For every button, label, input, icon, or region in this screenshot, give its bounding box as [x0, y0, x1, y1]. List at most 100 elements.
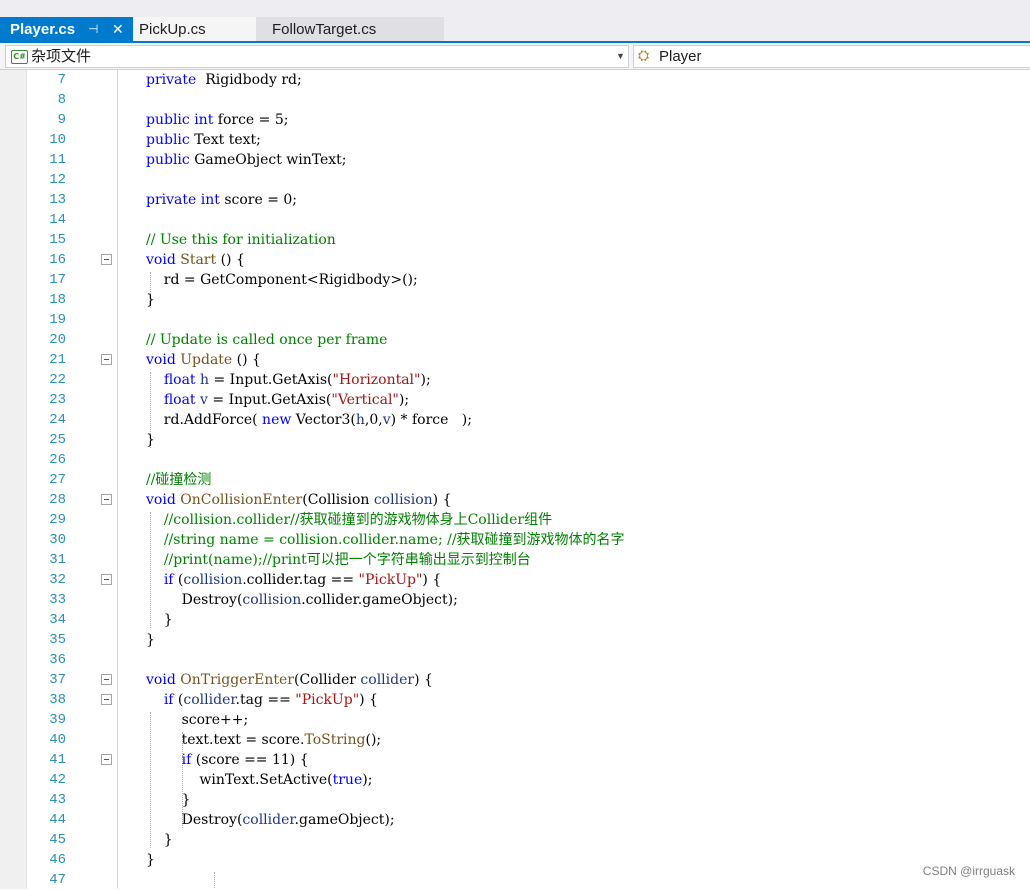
- code-line[interactable]: 31 //print(name);//print可以把一个字符串输出显示到控制台: [0, 550, 1030, 570]
- code-token: //print(name);//print可以把一个字符串输出显示到控制台: [163, 552, 531, 568]
- code-editor[interactable]: 7 private Rigidbody rd; 8 9 public int force…: [0, 70, 1030, 889]
- code-text: public Text text;: [146, 130, 261, 150]
- code-line[interactable]: 25}: [0, 430, 1030, 450]
- code-line[interactable]: 26: [0, 450, 1030, 470]
- code-line[interactable]: 13 private int score = 0;: [0, 190, 1030, 210]
- code-line[interactable]: 17 rd = GetComponent<Rigidbody>();: [0, 270, 1030, 290]
- code-line[interactable]: 23 float v = Input.GetAxis("Vertical");: [0, 390, 1030, 410]
- code-token: .collider.gameObject);: [301, 592, 458, 608]
- code-line[interactable]: 46}: [0, 850, 1030, 870]
- code-line[interactable]: 24 rd.AddForce( new Vector3(h,0,v) * for…: [0, 410, 1030, 430]
- line-number: 29: [49, 512, 66, 528]
- code-text: if (collision.collider.tag == "PickUp") …: [146, 570, 441, 590]
- project-dropdown[interactable]: C# 杂项文件 ▼: [5, 45, 629, 68]
- code-token: Start: [180, 252, 217, 268]
- code-token: void: [146, 252, 176, 268]
- code-text: private Rigidbody rd;: [146, 70, 302, 90]
- code-token: ToString: [304, 732, 366, 748]
- code-line[interactable]: 14: [0, 210, 1030, 230]
- code-line[interactable]: 19: [0, 310, 1030, 330]
- code-line[interactable]: 32 if (collision.collider.tag == "PickUp…: [0, 570, 1030, 590]
- collapse-icon[interactable]: [101, 494, 112, 505]
- code-line[interactable]: 36: [0, 650, 1030, 670]
- code-line[interactable]: 33 Destroy(collision.collider.gameObject…: [0, 590, 1030, 610]
- code-token: (score == 11) {: [191, 752, 309, 768]
- code-line[interactable]: 38 if (collider.tag == "PickUp") {: [0, 690, 1030, 710]
- collapse-icon[interactable]: [101, 354, 112, 365]
- line-number: 30: [49, 532, 66, 548]
- type-dropdown[interactable]: ⛭ Player: [633, 45, 1030, 68]
- code-token: // Use this for initialization: [146, 232, 336, 248]
- code-line[interactable]: 30 //string name = collision.collider.na…: [0, 530, 1030, 550]
- tab-player-cs[interactable]: Player.cs ⊣ ✕: [0, 17, 133, 42]
- code-token: () {: [232, 352, 261, 368]
- code-line[interactable]: 21 void Update () {: [0, 350, 1030, 370]
- code-line[interactable]: 16 void Start () {: [0, 250, 1030, 270]
- code-token: score = 0;: [219, 192, 298, 208]
- line-number: 44: [49, 812, 66, 828]
- code-token: "Horizontal": [332, 372, 421, 388]
- line-number: 11: [49, 152, 66, 168]
- close-icon[interactable]: ✕: [112, 17, 124, 42]
- code-line[interactable]: 39 score++;: [0, 710, 1030, 730]
- collapse-icon[interactable]: [101, 754, 112, 765]
- code-token: }: [146, 432, 155, 448]
- line-number: 37: [49, 672, 66, 688]
- code-line[interactable]: 43 }: [0, 790, 1030, 810]
- code-line[interactable]: 42 winText.SetActive(true);: [0, 770, 1030, 790]
- code-line[interactable]: 27 //碰撞检测: [0, 470, 1030, 490]
- code-line[interactable]: 22 float h = Input.GetAxis("Horizontal")…: [0, 370, 1030, 390]
- code-line[interactable]: 45 }: [0, 830, 1030, 850]
- code-line[interactable]: 28 void OnCollisionEnter(Collision collis…: [0, 490, 1030, 510]
- chevron-down-icon[interactable]: ▼: [616, 46, 625, 67]
- code-line[interactable]: 18}: [0, 290, 1030, 310]
- collapse-icon[interactable]: [101, 694, 112, 705]
- code-line[interactable]: 12: [0, 170, 1030, 190]
- line-number: 15: [49, 232, 66, 248]
- code-token: rd = GetComponent<Rigidbody>();: [146, 272, 418, 288]
- collapse-icon[interactable]: [101, 574, 112, 585]
- code-line[interactable]: 9 public int force = 5;: [0, 110, 1030, 130]
- line-number: 24: [49, 412, 66, 428]
- line-number: 21: [49, 352, 66, 368]
- pin-icon[interactable]: ⊣: [88, 17, 98, 42]
- code-line[interactable]: 40 text.text = score.ToString();: [0, 730, 1030, 750]
- code-token: void: [146, 492, 176, 508]
- tab-followtarget-cs[interactable]: FollowTarget.cs: [256, 17, 444, 42]
- line-number: 16: [49, 252, 66, 268]
- code-line[interactable]: 29 //collision.collider//获取碰撞到的游戏物体身上Col…: [0, 510, 1030, 530]
- line-number: 36: [49, 652, 66, 668]
- tab-pickup-cs[interactable]: PickUp.cs: [134, 17, 256, 42]
- code-text: public int force = 5;: [146, 110, 288, 130]
- code-line[interactable]: 11 public GameObject winText;: [0, 150, 1030, 170]
- code-token: true: [332, 772, 363, 788]
- code-token: );: [398, 392, 410, 408]
- code-token: if: [181, 752, 192, 768]
- code-line[interactable]: 15 // Use this for initialization: [0, 230, 1030, 250]
- collapse-icon[interactable]: [101, 254, 112, 265]
- code-token: (: [173, 692, 184, 708]
- class-icon: ⛭: [638, 48, 650, 64]
- line-number: 25: [49, 432, 66, 448]
- code-line[interactable]: 44 Destroy(collider.gameObject);: [0, 810, 1030, 830]
- code-line[interactable]: 10 public Text text;: [0, 130, 1030, 150]
- code-line[interactable]: 20 // Update is called once per frame: [0, 330, 1030, 350]
- code-line[interactable]: 37 void OnTriggerEnter(Collider collider)…: [0, 670, 1030, 690]
- code-text: }: [146, 610, 173, 630]
- line-number: 23: [49, 392, 66, 408]
- code-line[interactable]: 8: [0, 90, 1030, 110]
- code-text: winText.SetActive(true);: [146, 770, 372, 790]
- code-token: () {: [216, 252, 245, 268]
- line-number: 31: [49, 552, 66, 568]
- line-number: 47: [49, 872, 66, 888]
- code-line[interactable]: 41 if (score == 11) {: [0, 750, 1030, 770]
- code-line[interactable]: 35}: [0, 630, 1030, 650]
- code-text: }: [146, 630, 155, 650]
- code-line[interactable]: 47: [0, 870, 1030, 890]
- code-line[interactable]: 34 }: [0, 610, 1030, 630]
- code-line[interactable]: 7 private Rigidbody rd;: [0, 70, 1030, 90]
- collapse-icon[interactable]: [101, 674, 112, 685]
- code-text: }: [146, 790, 191, 810]
